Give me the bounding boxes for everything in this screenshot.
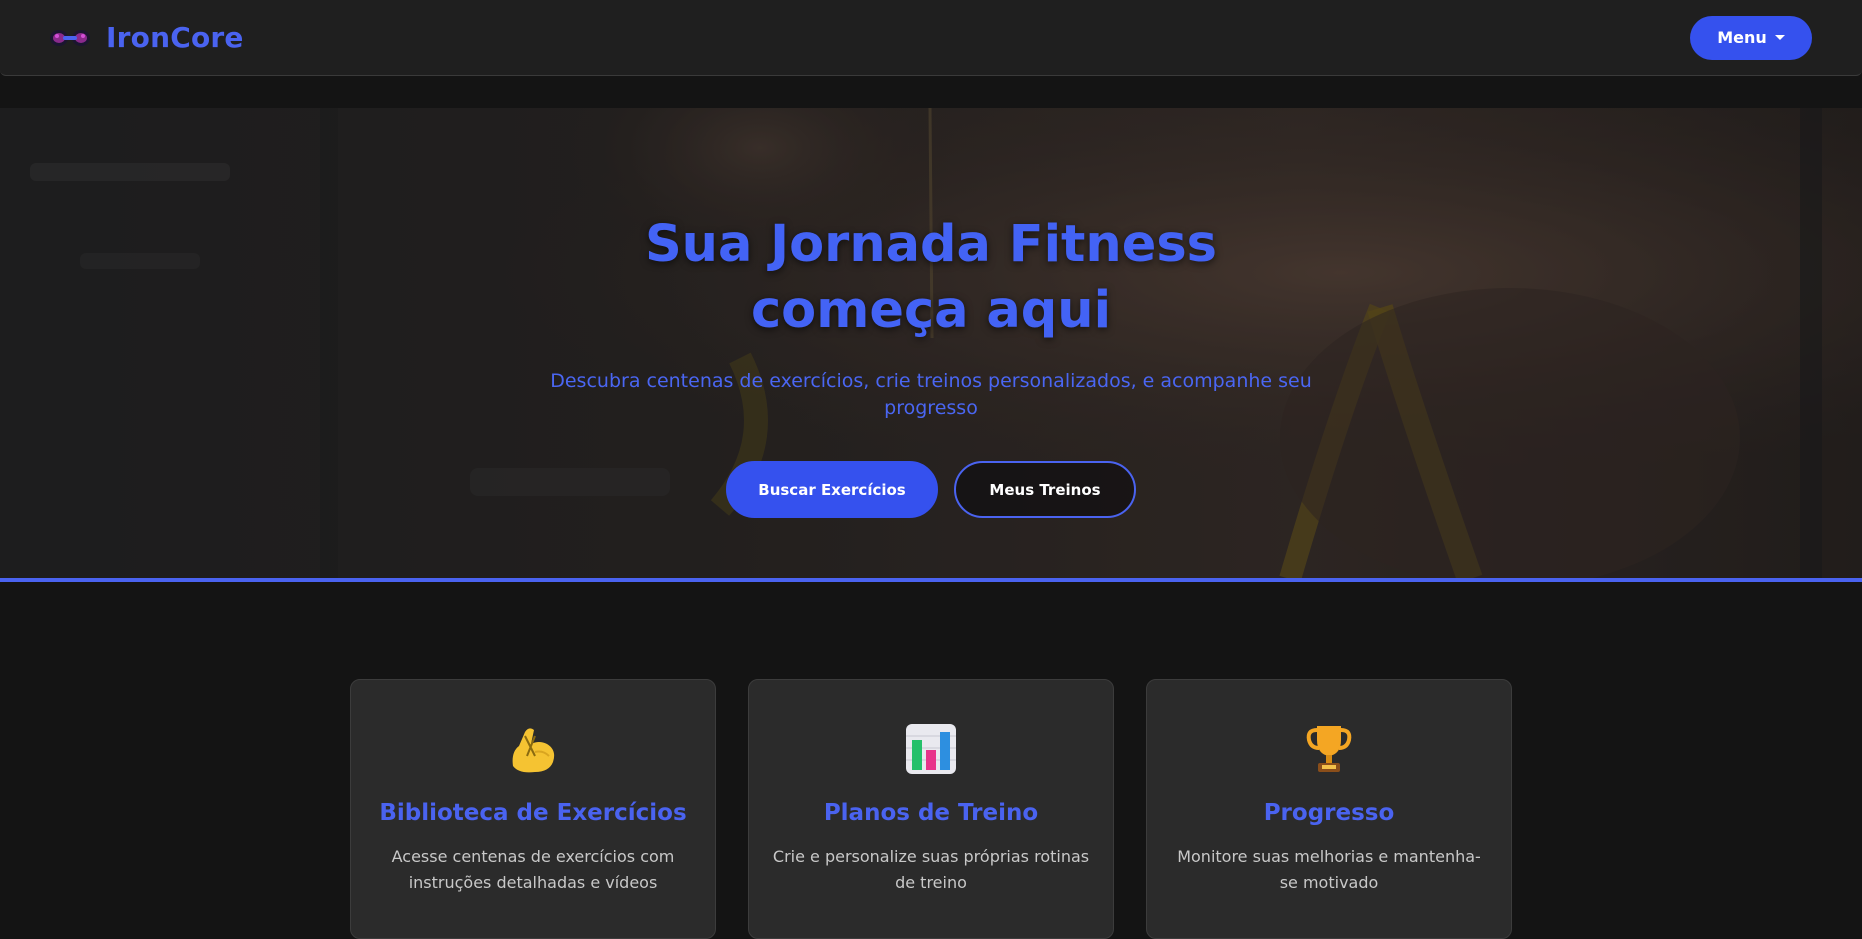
trophy-icon — [1306, 726, 1352, 772]
feature-card-progress[interactable]: Progresso Monitore suas melhorias e mant… — [1146, 679, 1512, 939]
chevron-down-icon — [1774, 35, 1785, 40]
bar-chart-icon — [906, 724, 956, 774]
features-section: Biblioteca de Exercícios Acesse centenas… — [0, 679, 1862, 939]
hero-content: Sua Jornada Fitness começa aqui Descubra… — [0, 108, 1862, 579]
menu-button-label: Menu — [1717, 28, 1767, 47]
hero-buttons: Buscar Exercícios Meus Treinos — [0, 461, 1862, 518]
feature-title: Progresso — [1263, 800, 1395, 826]
feature-description: Acesse centenas de exercícios com instru… — [391, 847, 675, 892]
dumbbell-icon — [50, 29, 90, 46]
navbar: IronCore Menu — [0, 0, 1862, 76]
feature-card-exercise-library[interactable]: Biblioteca de Exercícios Acesse centenas… — [350, 679, 716, 939]
feature-description: Monitore suas melhorias e mantenha-se mo… — [1177, 847, 1481, 892]
flexed-biceps-icon — [512, 728, 555, 773]
feature-card-workout-plans[interactable]: Planos de Treino Crie e personalize suas… — [748, 679, 1114, 939]
brand-link[interactable]: IronCore — [48, 21, 244, 54]
hero-title: Sua Jornada Fitness começa aqui — [644, 215, 1218, 340]
my-workouts-button[interactable]: Meus Treinos — [954, 461, 1136, 518]
brand-name: IronCore — [106, 21, 244, 54]
menu-button[interactable]: Menu — [1690, 15, 1812, 60]
feature-title: Biblioteca de Exercícios — [379, 800, 687, 826]
feature-description: Crie e personalize suas próprias rotinas… — [772, 847, 1090, 892]
search-exercises-button[interactable]: Buscar Exercícios — [726, 461, 938, 518]
feature-title: Planos de Treino — [823, 800, 1039, 826]
hero-subtitle: Descubra centenas de exercícios, crie tr… — [550, 370, 1312, 419]
